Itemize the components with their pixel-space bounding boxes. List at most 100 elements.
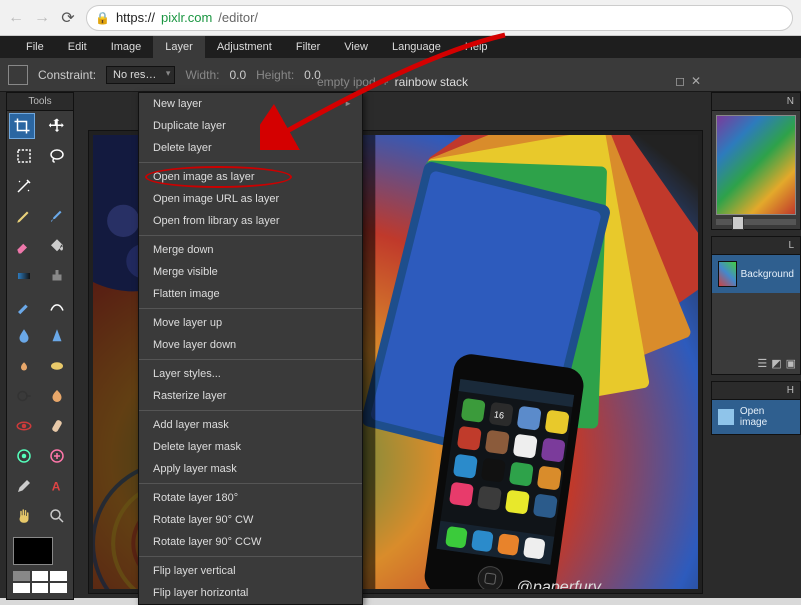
blur-tool[interactable] bbox=[7, 321, 40, 351]
menu-adjustment[interactable]: Adjustment bbox=[205, 36, 284, 58]
pencil-tool[interactable] bbox=[7, 201, 40, 231]
menu-delete-mask[interactable]: Delete layer mask bbox=[139, 436, 362, 458]
url-host: pixlr.com bbox=[161, 10, 212, 25]
wand-tool[interactable] bbox=[7, 171, 40, 201]
forward-button[interactable]: → bbox=[34, 10, 50, 26]
menu-flatten[interactable]: Flatten image bbox=[139, 283, 362, 305]
window-close-icon[interactable]: ✕ bbox=[691, 74, 701, 88]
watermark-text: @paperfury bbox=[517, 578, 602, 589]
menu-image[interactable]: Image bbox=[99, 36, 154, 58]
zoom-tool[interactable] bbox=[40, 501, 73, 531]
layers-title: L bbox=[712, 237, 800, 255]
foreground-color[interactable] bbox=[13, 537, 53, 565]
doc-title-sep: + bbox=[382, 75, 389, 89]
window-max-icon[interactable]: ◻ bbox=[675, 74, 685, 88]
address-bar[interactable]: 🔒 https:// pixlr.com/editor/ bbox=[86, 5, 793, 31]
layer-panel-buttons: ☰ ◩ ▣ bbox=[712, 353, 800, 374]
empty-slot bbox=[40, 171, 73, 201]
doc-title-left: empty ipod bbox=[317, 75, 376, 89]
menu-file[interactable]: File bbox=[14, 36, 56, 58]
layer-new-icon[interactable]: ▣ bbox=[786, 357, 796, 370]
menubar: File Edit Image Layer Adjustment Filter … bbox=[0, 36, 801, 58]
menu-flip-h[interactable]: Flip layer horizontal bbox=[139, 582, 362, 604]
history-item-open[interactable]: Open image bbox=[712, 400, 800, 434]
svg-text:16: 16 bbox=[493, 409, 504, 420]
eraser-tool[interactable] bbox=[7, 231, 40, 261]
layer-menu-dropdown: New layer Duplicate layer Delete layer O… bbox=[138, 92, 363, 605]
history-panel: H Open image bbox=[711, 381, 801, 435]
palette-swatches[interactable] bbox=[13, 571, 67, 593]
menu-view[interactable]: View bbox=[332, 36, 380, 58]
menu-layer[interactable]: Layer bbox=[153, 36, 205, 58]
menu-rotate-90ccw[interactable]: Rotate layer 90° CCW bbox=[139, 531, 362, 553]
sharpen-tool[interactable] bbox=[40, 321, 73, 351]
editor-root: File Edit Image Layer Adjustment Filter … bbox=[0, 36, 801, 598]
bloat-tool[interactable] bbox=[7, 441, 40, 471]
lock-icon: 🔒 bbox=[95, 11, 110, 25]
doc-title-right: rainbow stack bbox=[395, 75, 468, 89]
navigator-thumb[interactable] bbox=[716, 115, 796, 215]
move-tool[interactable] bbox=[40, 111, 73, 141]
url-scheme: https:// bbox=[116, 10, 155, 25]
color-swatches[interactable] bbox=[7, 531, 73, 599]
layer-mask-icon[interactable]: ◩ bbox=[771, 357, 781, 370]
clone-tool[interactable] bbox=[40, 261, 73, 291]
reload-button[interactable]: ⟳ bbox=[60, 10, 76, 26]
burn-tool[interactable] bbox=[40, 381, 73, 411]
back-button[interactable]: ← bbox=[8, 10, 24, 26]
navigator-zoom-slider[interactable] bbox=[716, 219, 796, 225]
lasso-tool[interactable] bbox=[40, 141, 73, 171]
crop-tool[interactable] bbox=[9, 113, 35, 139]
pinch-tool[interactable] bbox=[40, 441, 73, 471]
spot-heal-tool[interactable] bbox=[40, 411, 73, 441]
draw-tool[interactable] bbox=[40, 291, 73, 321]
picker-tool[interactable] bbox=[7, 471, 40, 501]
history-open-icon bbox=[718, 409, 734, 425]
smudge-tool[interactable] bbox=[7, 351, 40, 381]
menu-apply-mask[interactable]: Apply layer mask bbox=[139, 458, 362, 480]
layer-row-background[interactable]: Background bbox=[712, 255, 800, 293]
menu-add-mask[interactable]: Add layer mask bbox=[139, 414, 362, 436]
menu-layer-styles[interactable]: Layer styles... bbox=[139, 363, 362, 385]
menu-filter[interactable]: Filter bbox=[284, 36, 332, 58]
menu-rotate-180[interactable]: Rotate layer 180° bbox=[139, 487, 362, 509]
layer-thumb bbox=[718, 261, 737, 287]
menu-open-image-as-layer[interactable]: Open image as layer bbox=[139, 166, 362, 188]
menu-open-library-as-layer[interactable]: Open from library as layer bbox=[139, 210, 362, 232]
svg-text:A: A bbox=[51, 480, 60, 494]
menu-delete-layer[interactable]: Delete layer bbox=[139, 137, 362, 159]
menu-merge-down[interactable]: Merge down bbox=[139, 239, 362, 261]
history-label: Open image bbox=[740, 406, 794, 428]
menu-merge-visible[interactable]: Merge visible bbox=[139, 261, 362, 283]
layer-name: Background bbox=[741, 269, 794, 280]
menu-move-up[interactable]: Move layer up bbox=[139, 312, 362, 334]
menu-duplicate-layer[interactable]: Duplicate layer bbox=[139, 115, 362, 137]
redeye-tool[interactable] bbox=[7, 411, 40, 441]
menu-edit[interactable]: Edit bbox=[56, 36, 99, 58]
menu-rotate-90cw[interactable]: Rotate layer 90° CW bbox=[139, 509, 362, 531]
brush-tool[interactable] bbox=[40, 201, 73, 231]
menu-flip-v[interactable]: Flip layer vertical bbox=[139, 560, 362, 582]
document-titlebar[interactable]: empty ipod + rainbow stack ◻ ✕ bbox=[80, 72, 705, 92]
navigator-panel: N bbox=[711, 92, 801, 230]
menu-language[interactable]: Language bbox=[380, 36, 453, 58]
layer-settings-icon[interactable]: ☰ bbox=[757, 357, 767, 370]
bucket-tool[interactable] bbox=[40, 231, 73, 261]
marquee-tool[interactable] bbox=[7, 141, 40, 171]
navigator-title: N bbox=[712, 93, 800, 111]
tools-panel: Tools A bbox=[6, 92, 74, 600]
type-tool[interactable]: A bbox=[40, 471, 73, 501]
replace-color-tool[interactable] bbox=[7, 291, 40, 321]
dodge-tool[interactable] bbox=[7, 381, 40, 411]
tools-title: Tools bbox=[7, 93, 73, 111]
hand-tool[interactable] bbox=[7, 501, 40, 531]
sponge-tool[interactable] bbox=[40, 351, 73, 381]
layers-panel: L Background ☰ ◩ ▣ bbox=[711, 236, 801, 375]
menu-new-layer[interactable]: New layer bbox=[139, 93, 362, 115]
url-path: /editor/ bbox=[218, 10, 258, 25]
menu-open-url-as-layer[interactable]: Open image URL as layer bbox=[139, 188, 362, 210]
menu-rasterize[interactable]: Rasterize layer bbox=[139, 385, 362, 407]
menu-move-down[interactable]: Move layer down bbox=[139, 334, 362, 356]
menu-help[interactable]: Help bbox=[453, 36, 500, 58]
gradient-tool[interactable] bbox=[7, 261, 40, 291]
